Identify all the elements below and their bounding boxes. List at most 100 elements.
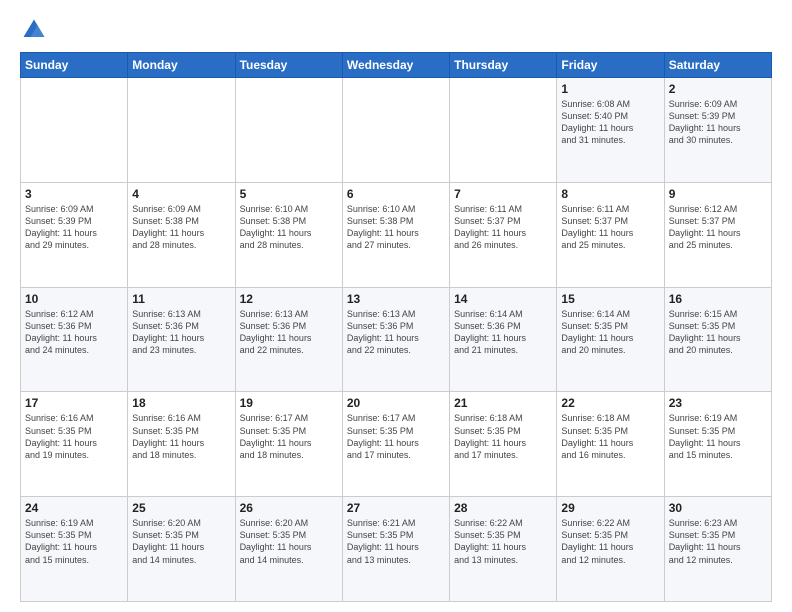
day-info: Sunrise: 6:16 AM Sunset: 5:35 PM Dayligh… xyxy=(132,412,230,461)
calendar-cell xyxy=(21,78,128,183)
calendar-cell: 21 Sunrise: 6:18 AM Sunset: 5:35 PM Dayli… xyxy=(450,392,557,497)
day-number: 30 xyxy=(669,501,767,515)
day-number: 21 xyxy=(454,396,552,410)
calendar-cell: 2 Sunrise: 6:09 AM Sunset: 5:39 PM Daylig… xyxy=(664,78,771,183)
calendar-cell: 1 Sunrise: 6:08 AM Sunset: 5:40 PM Daylig… xyxy=(557,78,664,183)
day-info: Sunrise: 6:14 AM Sunset: 5:36 PM Dayligh… xyxy=(454,308,552,357)
calendar-cell: 6 Sunrise: 6:10 AM Sunset: 5:38 PM Daylig… xyxy=(342,182,449,287)
calendar-cell: 30 Sunrise: 6:23 AM Sunset: 5:35 PM Dayli… xyxy=(664,497,771,602)
calendar-cell: 16 Sunrise: 6:15 AM Sunset: 5:35 PM Dayli… xyxy=(664,287,771,392)
page: SundayMondayTuesdayWednesdayThursdayFrid… xyxy=(0,0,792,612)
calendar-cell: 12 Sunrise: 6:13 AM Sunset: 5:36 PM Dayli… xyxy=(235,287,342,392)
calendar-cell: 19 Sunrise: 6:17 AM Sunset: 5:35 PM Dayli… xyxy=(235,392,342,497)
day-info: Sunrise: 6:09 AM Sunset: 5:39 PM Dayligh… xyxy=(669,98,767,147)
day-number: 23 xyxy=(669,396,767,410)
day-number: 2 xyxy=(669,82,767,96)
day-info: Sunrise: 6:19 AM Sunset: 5:35 PM Dayligh… xyxy=(25,517,123,566)
calendar-cell: 15 Sunrise: 6:14 AM Sunset: 5:35 PM Dayli… xyxy=(557,287,664,392)
day-number: 13 xyxy=(347,292,445,306)
day-number: 18 xyxy=(132,396,230,410)
day-number: 28 xyxy=(454,501,552,515)
day-info: Sunrise: 6:14 AM Sunset: 5:35 PM Dayligh… xyxy=(561,308,659,357)
day-info: Sunrise: 6:10 AM Sunset: 5:38 PM Dayligh… xyxy=(347,203,445,252)
calendar-cell: 13 Sunrise: 6:13 AM Sunset: 5:36 PM Dayli… xyxy=(342,287,449,392)
day-number: 20 xyxy=(347,396,445,410)
day-info: Sunrise: 6:13 AM Sunset: 5:36 PM Dayligh… xyxy=(240,308,338,357)
week-row-4: 17 Sunrise: 6:16 AM Sunset: 5:35 PM Dayli… xyxy=(21,392,772,497)
days-of-week-row: SundayMondayTuesdayWednesdayThursdayFrid… xyxy=(21,53,772,78)
day-info: Sunrise: 6:21 AM Sunset: 5:35 PM Dayligh… xyxy=(347,517,445,566)
calendar-cell: 20 Sunrise: 6:17 AM Sunset: 5:35 PM Dayli… xyxy=(342,392,449,497)
day-number: 5 xyxy=(240,187,338,201)
day-number: 12 xyxy=(240,292,338,306)
day-number: 10 xyxy=(25,292,123,306)
calendar-cell: 28 Sunrise: 6:22 AM Sunset: 5:35 PM Dayli… xyxy=(450,497,557,602)
day-info: Sunrise: 6:11 AM Sunset: 5:37 PM Dayligh… xyxy=(561,203,659,252)
day-info: Sunrise: 6:20 AM Sunset: 5:35 PM Dayligh… xyxy=(132,517,230,566)
day-of-week-thursday: Thursday xyxy=(450,53,557,78)
calendar: SundayMondayTuesdayWednesdayThursdayFrid… xyxy=(20,52,772,602)
calendar-cell: 17Sunrise: 6:16 AM Sunset: 5:35 PM Dayli… xyxy=(21,392,128,497)
day-of-week-wednesday: Wednesday xyxy=(342,53,449,78)
day-number: 6 xyxy=(347,187,445,201)
day-info: Sunrise: 6:20 AM Sunset: 5:35 PM Dayligh… xyxy=(240,517,338,566)
calendar-cell: 8 Sunrise: 6:11 AM Sunset: 5:37 PM Daylig… xyxy=(557,182,664,287)
day-info: Sunrise: 6:18 AM Sunset: 5:35 PM Dayligh… xyxy=(454,412,552,461)
calendar-cell: 5 Sunrise: 6:10 AM Sunset: 5:38 PM Daylig… xyxy=(235,182,342,287)
day-info: Sunrise: 6:18 AM Sunset: 5:35 PM Dayligh… xyxy=(561,412,659,461)
week-row-2: 3Sunrise: 6:09 AM Sunset: 5:39 PM Daylig… xyxy=(21,182,772,287)
day-number: 11 xyxy=(132,292,230,306)
calendar-cell: 24Sunrise: 6:19 AM Sunset: 5:35 PM Dayli… xyxy=(21,497,128,602)
calendar-cell: 4 Sunrise: 6:09 AM Sunset: 5:38 PM Daylig… xyxy=(128,182,235,287)
day-info: Sunrise: 6:22 AM Sunset: 5:35 PM Dayligh… xyxy=(454,517,552,566)
day-info: Sunrise: 6:19 AM Sunset: 5:35 PM Dayligh… xyxy=(669,412,767,461)
day-number: 9 xyxy=(669,187,767,201)
calendar-cell: 26 Sunrise: 6:20 AM Sunset: 5:35 PM Dayli… xyxy=(235,497,342,602)
day-info: Sunrise: 6:12 AM Sunset: 5:37 PM Dayligh… xyxy=(669,203,767,252)
day-number: 29 xyxy=(561,501,659,515)
day-number: 19 xyxy=(240,396,338,410)
calendar-cell: 3Sunrise: 6:09 AM Sunset: 5:39 PM Daylig… xyxy=(21,182,128,287)
day-info: Sunrise: 6:09 AM Sunset: 5:38 PM Dayligh… xyxy=(132,203,230,252)
day-number: 25 xyxy=(132,501,230,515)
calendar-header: SundayMondayTuesdayWednesdayThursdayFrid… xyxy=(21,53,772,78)
day-info: Sunrise: 6:17 AM Sunset: 5:35 PM Dayligh… xyxy=(240,412,338,461)
day-info: Sunrise: 6:23 AM Sunset: 5:35 PM Dayligh… xyxy=(669,517,767,566)
day-number: 15 xyxy=(561,292,659,306)
day-number: 26 xyxy=(240,501,338,515)
calendar-cell: 25 Sunrise: 6:20 AM Sunset: 5:35 PM Dayli… xyxy=(128,497,235,602)
day-number: 14 xyxy=(454,292,552,306)
calendar-cell: 27 Sunrise: 6:21 AM Sunset: 5:35 PM Dayli… xyxy=(342,497,449,602)
calendar-cell xyxy=(342,78,449,183)
week-row-3: 10Sunrise: 6:12 AM Sunset: 5:36 PM Dayli… xyxy=(21,287,772,392)
logo xyxy=(20,16,52,44)
day-info: Sunrise: 6:17 AM Sunset: 5:35 PM Dayligh… xyxy=(347,412,445,461)
day-info: Sunrise: 6:15 AM Sunset: 5:35 PM Dayligh… xyxy=(669,308,767,357)
calendar-cell xyxy=(450,78,557,183)
calendar-cell: 14 Sunrise: 6:14 AM Sunset: 5:36 PM Dayli… xyxy=(450,287,557,392)
day-number: 17 xyxy=(25,396,123,410)
day-info: Sunrise: 6:13 AM Sunset: 5:36 PM Dayligh… xyxy=(347,308,445,357)
day-number: 7 xyxy=(454,187,552,201)
day-number: 16 xyxy=(669,292,767,306)
day-number: 4 xyxy=(132,187,230,201)
calendar-cell xyxy=(128,78,235,183)
day-of-week-monday: Monday xyxy=(128,53,235,78)
day-info: Sunrise: 6:09 AM Sunset: 5:39 PM Dayligh… xyxy=(25,203,123,252)
calendar-cell: 22 Sunrise: 6:18 AM Sunset: 5:35 PM Dayli… xyxy=(557,392,664,497)
day-info: Sunrise: 6:13 AM Sunset: 5:36 PM Dayligh… xyxy=(132,308,230,357)
day-info: Sunrise: 6:22 AM Sunset: 5:35 PM Dayligh… xyxy=(561,517,659,566)
day-info: Sunrise: 6:08 AM Sunset: 5:40 PM Dayligh… xyxy=(561,98,659,147)
day-number: 8 xyxy=(561,187,659,201)
calendar-cell: 11 Sunrise: 6:13 AM Sunset: 5:36 PM Dayli… xyxy=(128,287,235,392)
logo-icon xyxy=(20,16,48,44)
day-number: 22 xyxy=(561,396,659,410)
calendar-cell: 29 Sunrise: 6:22 AM Sunset: 5:35 PM Dayli… xyxy=(557,497,664,602)
day-of-week-sunday: Sunday xyxy=(21,53,128,78)
calendar-cell: 23 Sunrise: 6:19 AM Sunset: 5:35 PM Dayli… xyxy=(664,392,771,497)
day-number: 27 xyxy=(347,501,445,515)
header xyxy=(20,16,772,44)
day-info: Sunrise: 6:11 AM Sunset: 5:37 PM Dayligh… xyxy=(454,203,552,252)
day-info: Sunrise: 6:10 AM Sunset: 5:38 PM Dayligh… xyxy=(240,203,338,252)
day-number: 1 xyxy=(561,82,659,96)
